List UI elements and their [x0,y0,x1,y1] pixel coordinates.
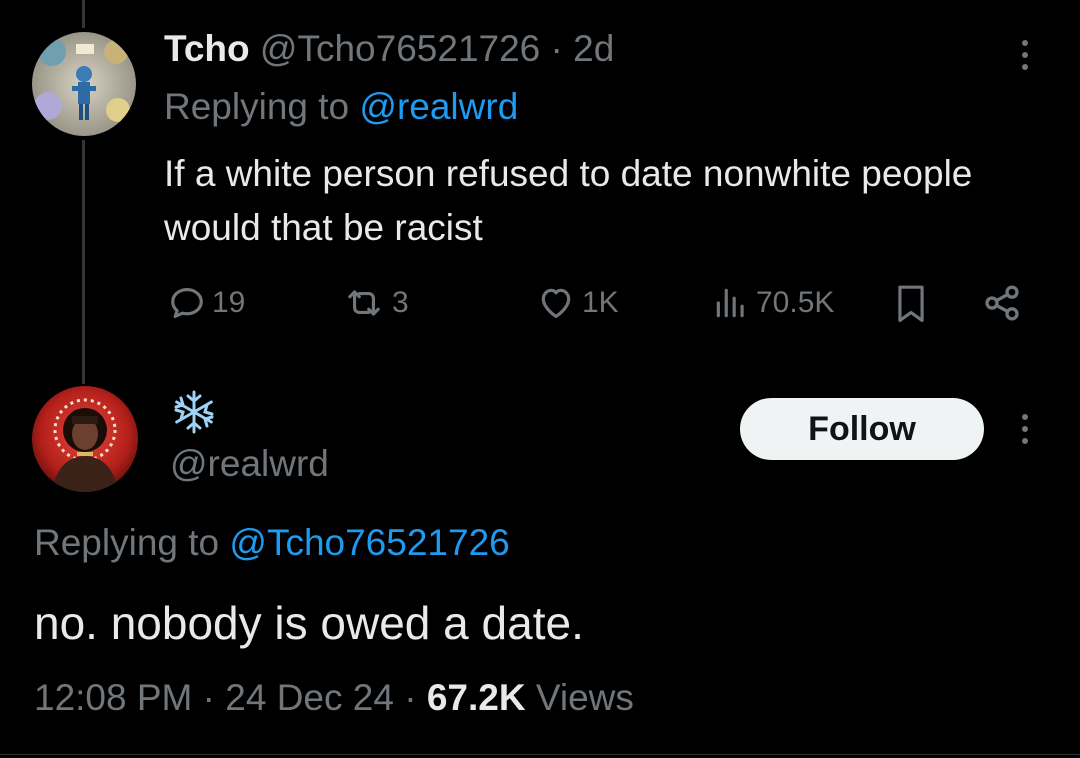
tweet2-replying-handle[interactable]: @Tcho76521726 [229,522,509,563]
tweet1-replying-handle[interactable]: @realwrd [359,86,518,127]
tweet2-views-label: Views [535,677,634,718]
follow-button[interactable]: Follow [740,398,984,460]
tweet2-replying-prefix: Replying to [34,522,230,563]
like-count: 1K [582,286,619,319]
share-icon [982,283,1022,323]
retweet-icon [342,284,386,322]
reply-icon [168,284,206,322]
tweet2-date[interactable]: 24 Dec 24 [225,677,394,718]
tweet1-author-name[interactable]: Tcho [164,28,250,69]
tweet2-views-count[interactable]: 67.2K [427,677,526,718]
thread-line-top [82,0,85,28]
tweet1-text: If a white person refused to date nonwhi… [164,153,973,248]
like-button[interactable]: 1K [536,280,619,326]
retweet-count: 3 [392,286,409,319]
snowflake-icon[interactable] [170,388,218,436]
analytics-icon [712,284,750,322]
tweet2-sep1: · [202,677,215,718]
views-button[interactable]: 70.5K [712,280,834,326]
reply-count: 19 [212,286,246,319]
tweet1-separator: · [550,28,563,69]
tweet2-more-icon[interactable] [1019,414,1031,444]
bookmark-icon [892,282,930,324]
share-button[interactable] [982,280,1022,326]
tweet2-author-handle[interactable]: @realwrd [170,442,329,486]
tweet1-replying-prefix: Replying to [164,86,360,127]
tweet1-age[interactable]: 2d [573,28,614,69]
bookmark-button[interactable] [892,280,930,326]
tweet1-more-icon[interactable] [1019,40,1031,70]
tweet1-avatar[interactable] [32,32,136,136]
thread-line-connector [82,140,85,384]
tweet2-meta: 12:08 PM · 24 Dec 24 · 67.2K Views [34,674,634,722]
reply-button[interactable]: 19 [168,280,245,326]
tweet1-header: Tcho @Tcho76521726 · 2d [164,27,614,71]
tweet1-author-handle[interactable]: @Tcho76521726 [260,28,540,69]
tweet1-actions: 19 3 1K 70.5K [164,280,1034,326]
tweet2-time[interactable]: 12:08 PM [34,677,192,718]
tweet2-sep2: · [404,677,417,718]
views-count: 70.5K [756,286,835,319]
bottom-divider [0,754,1080,755]
tweet2-avatar[interactable] [32,386,138,492]
tweet2-text: no. nobody is owed a date. [34,597,584,649]
heart-icon [536,284,576,322]
tweet2-replying-to: Replying to @Tcho76521726 [34,520,510,566]
tweet1-replying-to: Replying to @realwrd [164,85,518,129]
retweet-button[interactable]: 3 [342,280,409,326]
